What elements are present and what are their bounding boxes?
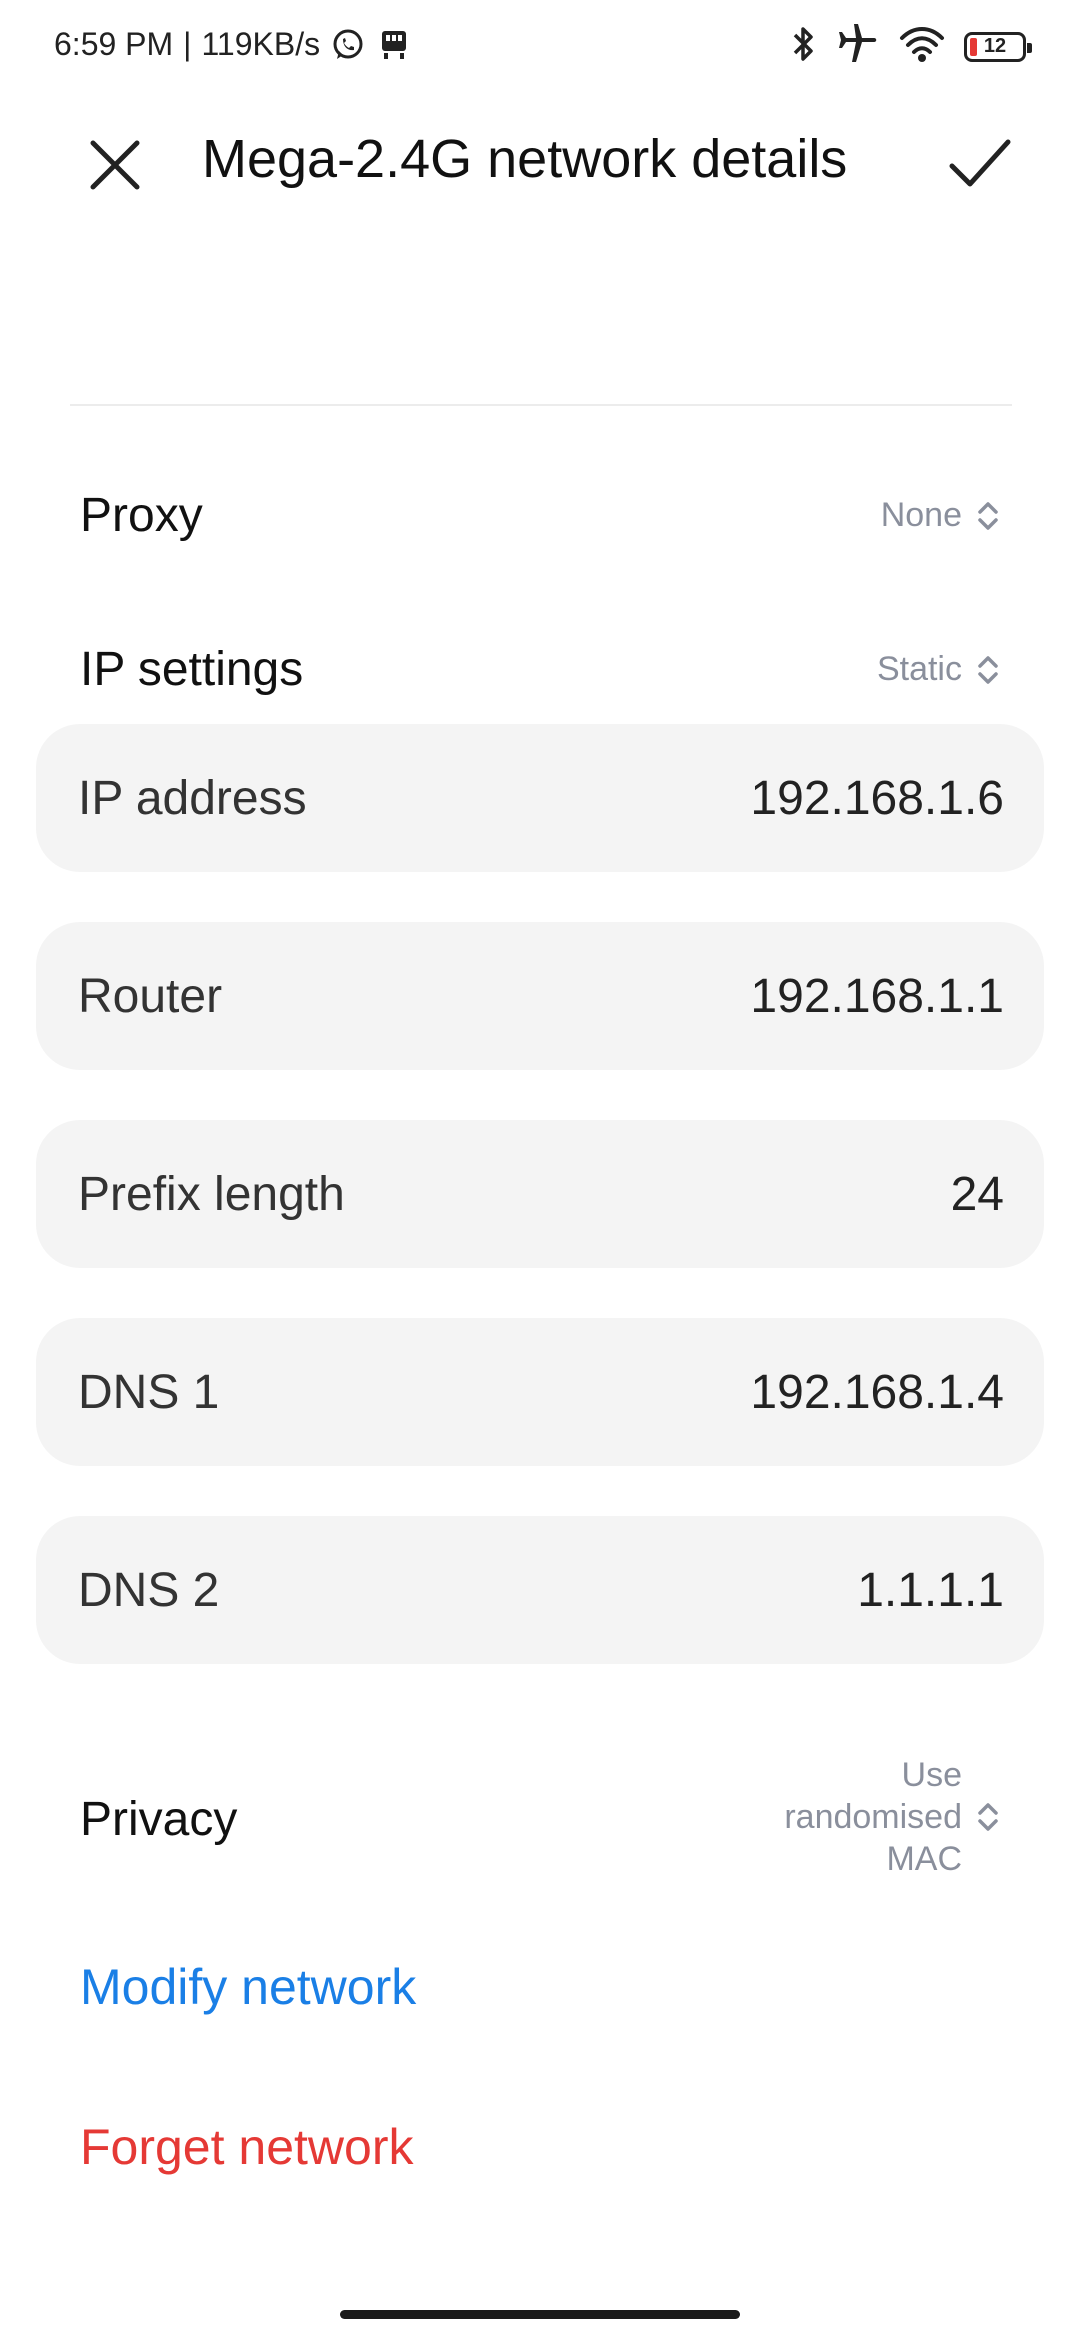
chevron-updown-icon <box>976 498 1000 534</box>
privacy-dropdown[interactable]: Use randomised MAC <box>784 1754 1000 1880</box>
privacy-row[interactable]: Privacy Use randomised MAC <box>80 1754 1000 1884</box>
field-label: DNS 2 <box>78 1564 220 1617</box>
privacy-value-line: Use <box>901 1756 962 1794</box>
field-label: Router <box>78 970 223 1023</box>
battery-icon: 12 <box>964 31 1032 62</box>
chevron-updown-icon <box>976 652 1000 688</box>
field-value[interactable]: 192.168.1.4 <box>750 1365 1004 1420</box>
confirm-button[interactable] <box>940 124 1020 204</box>
proxy-dropdown[interactable]: None <box>881 496 1000 535</box>
field-value[interactable]: 1.1.1.1 <box>857 1563 1004 1618</box>
field-label: DNS 1 <box>78 1366 220 1419</box>
bluetooth-icon <box>790 24 818 69</box>
wifi-icon <box>898 24 946 69</box>
ip-settings-value: Static <box>876 650 962 688</box>
privacy-value-line: randomised <box>784 1798 962 1836</box>
modify-network-button[interactable]: Modify network <box>80 1958 416 2016</box>
whatsapp-icon <box>330 27 366 63</box>
ip-settings-dropdown[interactable]: Static <box>877 650 1000 689</box>
status-time: 6:59 PM <box>54 26 174 62</box>
status-right: 12 <box>790 24 1032 69</box>
title-bar: Mega-2.4G network details <box>0 110 1080 210</box>
status-left: 6:59 PM | 119KB/s <box>54 26 412 63</box>
status-bar: 6:59 PM | 119KB/s 12 <box>0 0 1080 96</box>
proxy-value: None <box>880 496 962 534</box>
network-speed: 119KB/s <box>201 26 321 62</box>
ip-settings-row[interactable]: IP settings Static <box>80 642 1000 702</box>
proxy-row[interactable]: Proxy None <box>80 488 1000 548</box>
privacy-value-line: MAC <box>886 1840 962 1878</box>
proxy-label: Proxy <box>80 489 203 542</box>
forget-network-button[interactable]: Forget network <box>80 2118 413 2176</box>
status-separator: | <box>183 26 192 62</box>
field-value[interactable]: 192.168.1.6 <box>750 771 1004 826</box>
app-notification-icon <box>376 27 412 63</box>
chevron-updown-icon <box>976 1799 1000 1835</box>
battery-level: 12 <box>983 35 1007 57</box>
field-value[interactable]: 192.168.1.1 <box>750 969 1004 1024</box>
dns2-field[interactable]: DNS 2 1.1.1.1 <box>36 1516 1044 1664</box>
field-label: Prefix length <box>78 1168 345 1221</box>
privacy-label: Privacy <box>80 1793 238 1846</box>
field-label: IP address <box>78 772 307 825</box>
field-value[interactable]: 24 <box>951 1167 1004 1222</box>
privacy-value: Use randomised MAC <box>784 1754 962 1880</box>
ip-settings-label: IP settings <box>80 643 304 696</box>
router-field[interactable]: Router 192.168.1.1 <box>36 922 1044 1070</box>
airplane-mode-icon <box>836 24 880 69</box>
dns1-field[interactable]: DNS 1 192.168.1.4 <box>36 1318 1044 1466</box>
close-button[interactable] <box>78 128 152 202</box>
prefix-length-field[interactable]: Prefix length 24 <box>36 1120 1044 1268</box>
close-icon <box>90 140 140 190</box>
divider <box>70 404 1012 406</box>
home-indicator[interactable] <box>340 2310 740 2319</box>
checkmark-icon <box>949 139 1011 187</box>
page-title: Mega-2.4G network details <box>202 129 848 189</box>
ip-address-field[interactable]: IP address 192.168.1.6 <box>36 724 1044 872</box>
